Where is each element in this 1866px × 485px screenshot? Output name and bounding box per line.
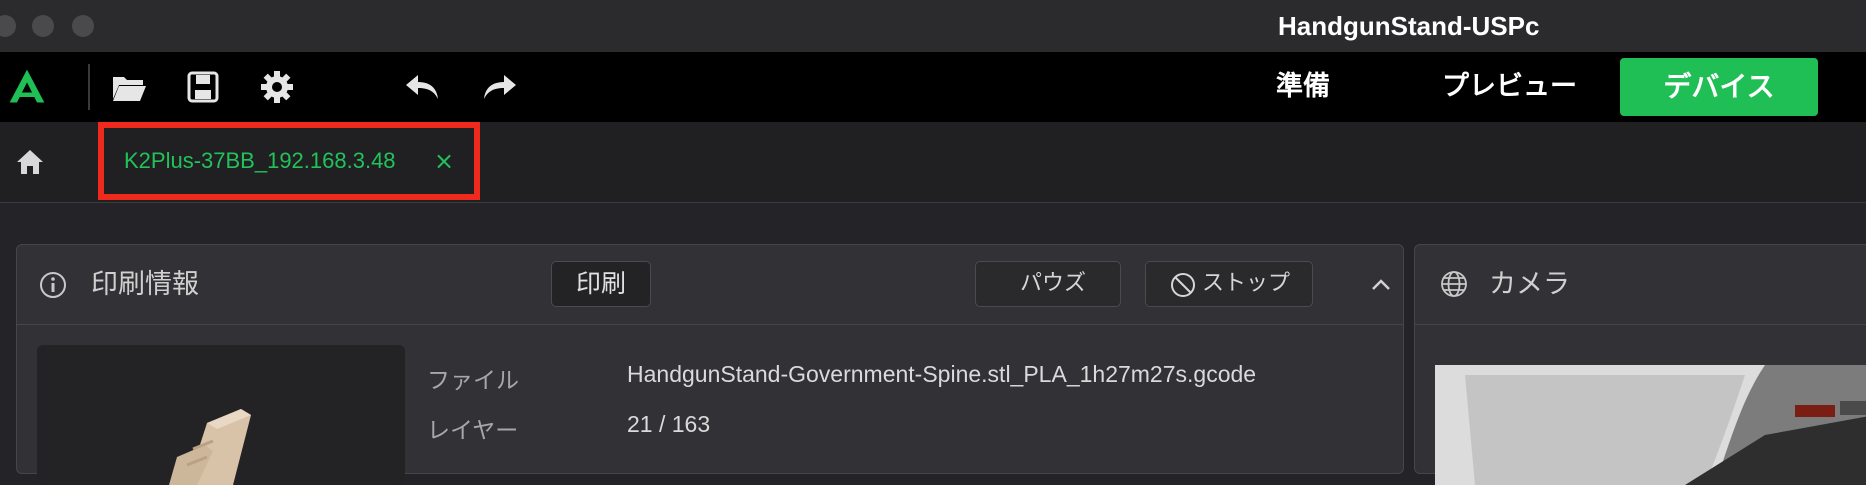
stop-button[interactable]: ストップ	[1145, 261, 1313, 307]
tab-close-icon[interactable]: ×	[434, 146, 454, 176]
tab-label: K2Plus-37BB_192.168.3.48	[124, 148, 396, 173]
camera-panel: カメラ	[1414, 244, 1866, 485]
window-close-button[interactable]	[0, 15, 16, 37]
info-icon	[39, 271, 67, 303]
app-logo-icon	[6, 66, 48, 108]
settings-gear-icon[interactable]	[256, 66, 298, 108]
camera-title: カメラ	[1489, 269, 1570, 300]
layer-label: レイヤー	[427, 418, 519, 444]
globe-icon	[1439, 269, 1469, 303]
camera-feed	[1435, 365, 1866, 485]
stop-circle-icon	[1171, 273, 1195, 297]
camera-feed-image	[1435, 365, 1866, 485]
pause-button[interactable]: パウズ	[975, 261, 1121, 307]
toolbar-divider	[88, 64, 90, 110]
nav-preview[interactable]: プレビュー	[1442, 70, 1577, 104]
window-minimize-button[interactable]	[32, 15, 54, 37]
window-zoom-button[interactable]	[72, 15, 94, 37]
window-title-bar: HandgunStand-USPc	[0, 0, 1866, 52]
print-thumbnail	[37, 345, 405, 485]
undo-icon[interactable]	[402, 66, 444, 108]
save-icon[interactable]	[182, 66, 224, 108]
print-info-title: 印刷情報	[91, 269, 199, 300]
model-preview-image	[169, 409, 251, 485]
redo-icon[interactable]	[478, 66, 520, 108]
camera-header: カメラ	[1415, 245, 1866, 325]
stop-button-label: ストップ	[1201, 271, 1290, 296]
window-title: HandgunStand-USPc	[1278, 11, 1540, 41]
main-toolbar: 準備 プレビュー デバイス	[0, 52, 1866, 122]
chevron-up-icon[interactable]	[1367, 271, 1395, 299]
nav-prepare[interactable]: 準備	[1276, 70, 1330, 104]
home-icon[interactable]	[14, 146, 46, 178]
open-folder-icon[interactable]	[108, 66, 150, 108]
print-info-header: 印刷情報 印刷 パウズ ストップ	[17, 245, 1403, 325]
file-label: ファイル	[427, 368, 519, 394]
print-info-panel: 印刷情報 印刷 パウズ ストップ ファイル HandgunStand-Gover…	[16, 244, 1404, 485]
tab-device-k2plus[interactable]: K2Plus-37BB_192.168.3.48 ×	[98, 122, 480, 200]
nav-device-button[interactable]: デバイス	[1620, 58, 1818, 116]
print-status-button[interactable]: 印刷	[551, 261, 651, 307]
tab-bar: K2Plus-37BB_192.168.3.48 ×	[0, 122, 1866, 203]
layer-value: 21 / 163	[627, 411, 711, 437]
file-value: HandgunStand-Government-Spine.stl_PLA_1h…	[627, 361, 1257, 387]
